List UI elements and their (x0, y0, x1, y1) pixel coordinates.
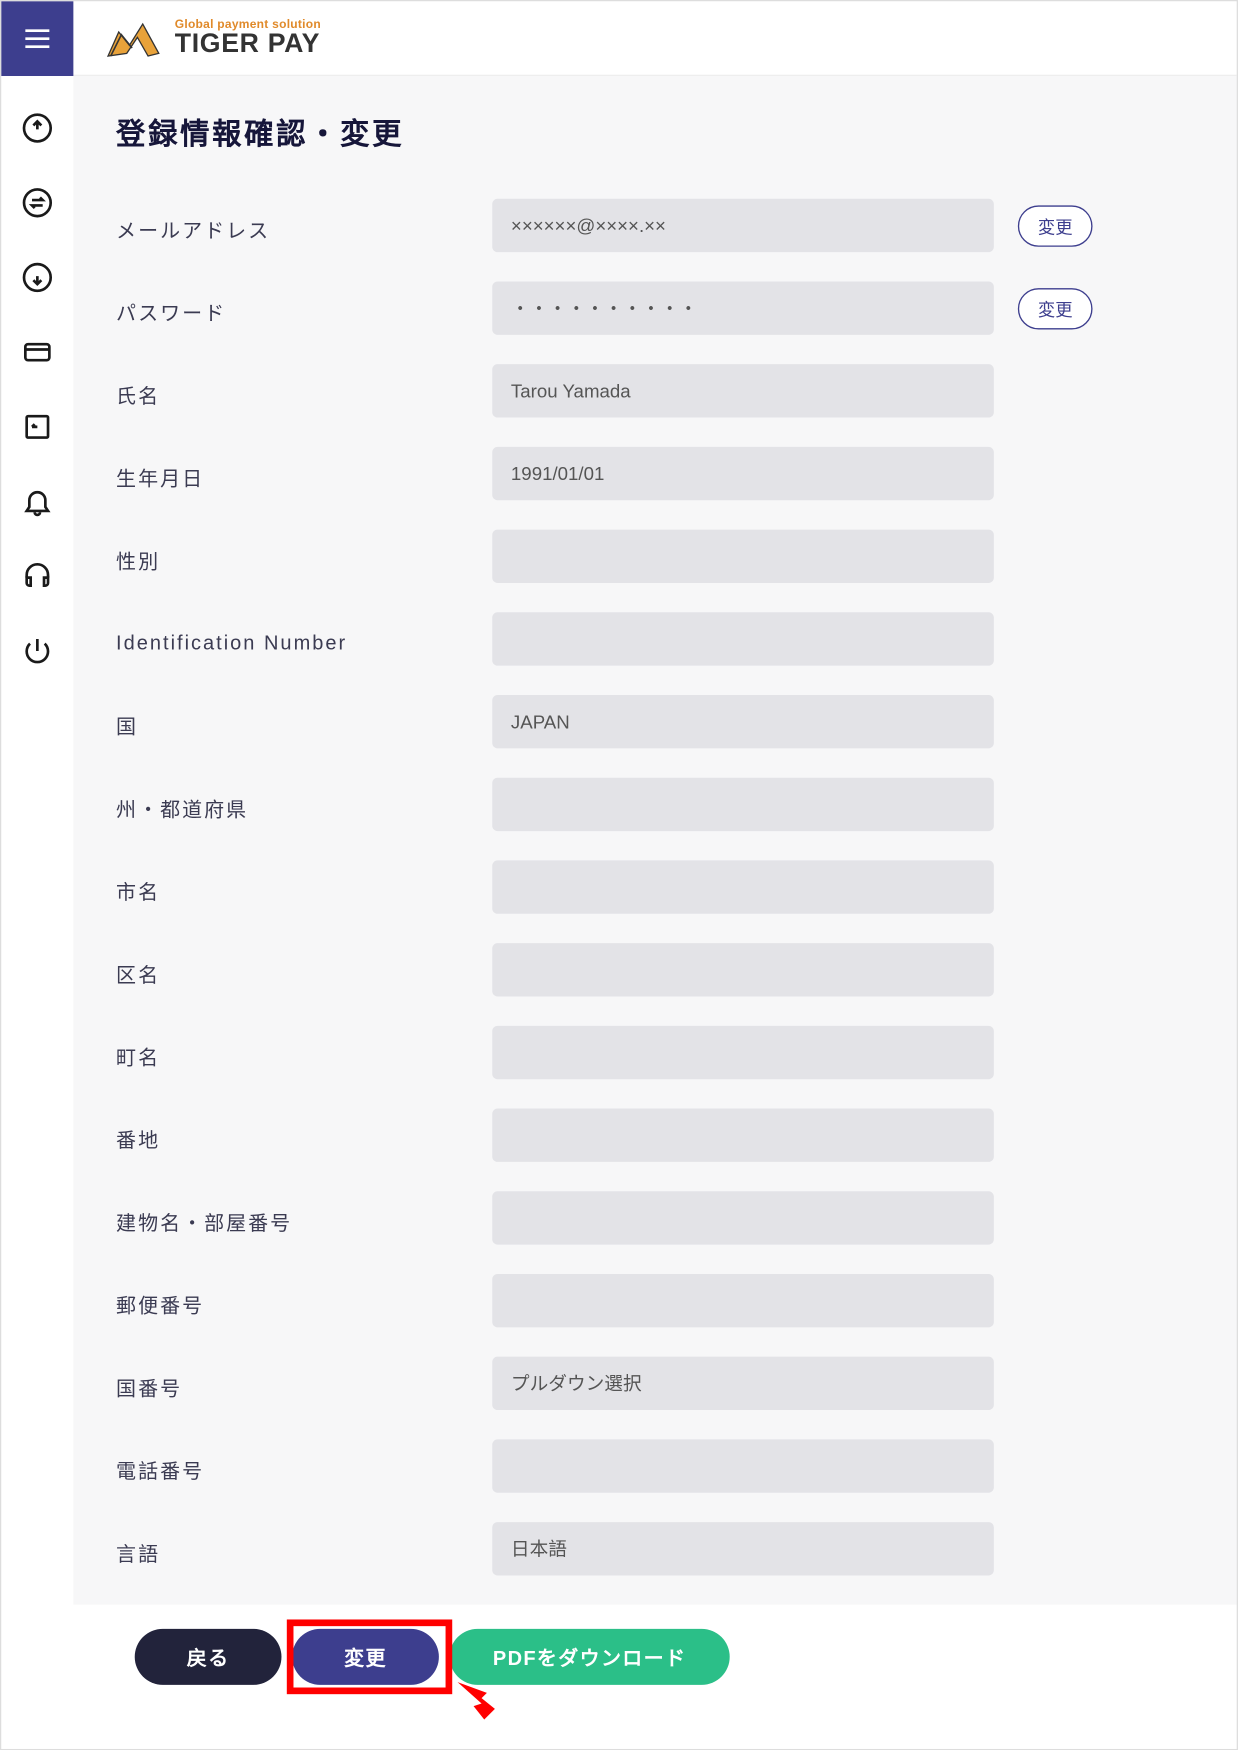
exchange-icon[interactable] (20, 185, 55, 220)
value-name: Tarou Yamada (492, 364, 994, 417)
label-gender: 性別 (116, 538, 492, 574)
change-password-button[interactable]: 変更 (1018, 287, 1093, 328)
label-password: パスワード (116, 290, 492, 326)
value-dialcode[interactable]: プルダウン選択 (492, 1357, 994, 1410)
submit-change-button[interactable]: 変更 (292, 1629, 439, 1685)
label-ward: 区名 (116, 952, 492, 988)
value-town[interactable] (492, 1026, 994, 1079)
field-dob: 生年月日 1991/01/01 (116, 447, 1194, 500)
sidebar-nav (1, 76, 73, 1605)
label-street: 番地 (116, 1117, 492, 1153)
value-dob: 1991/01/01 (492, 447, 994, 500)
field-state: 州・都道府県 (116, 778, 1194, 831)
content-area: 登録情報確認・変更 メールアドレス ××××××@××××.×× 変更 パスワー… (73, 76, 1236, 1605)
hamburger-icon (25, 37, 49, 40)
value-postal[interactable] (492, 1274, 994, 1327)
page-title: 登録情報確認・変更 (116, 111, 1194, 154)
menu-button[interactable] (1, 1, 73, 76)
value-ward[interactable] (492, 943, 994, 996)
field-city: 市名 (116, 860, 1194, 913)
field-postal: 郵便番号 (116, 1274, 1194, 1327)
value-country[interactable]: JAPAN (492, 695, 994, 748)
value-state[interactable] (492, 778, 994, 831)
label-postal: 郵便番号 (116, 1283, 492, 1319)
label-name: 氏名 (116, 373, 492, 409)
brand-name: TIGER PAY (175, 31, 321, 58)
top-bar: Global payment solution TIGER PAY (1, 1, 1236, 76)
field-country: 国 JAPAN (116, 695, 1194, 748)
field-name: 氏名 Tarou Yamada (116, 364, 1194, 417)
field-phone: 電話番号 (116, 1439, 1194, 1492)
tiger-logo-icon (103, 15, 167, 60)
value-language[interactable]: 日本語 (492, 1522, 994, 1575)
label-country: 国 (116, 704, 492, 740)
notification-icon[interactable] (20, 484, 55, 519)
power-icon[interactable] (20, 634, 55, 669)
back-button[interactable]: 戻る (135, 1629, 282, 1685)
field-email: メールアドレス ××××××@××××.×× 変更 (116, 199, 1194, 252)
field-town: 町名 (116, 1026, 1194, 1079)
field-password: パスワード ・・・・・・・・・・ 変更 (116, 281, 1194, 334)
field-building: 建物名・部屋番号 (116, 1191, 1194, 1244)
support-icon[interactable] (20, 559, 55, 594)
value-phone[interactable] (492, 1439, 994, 1492)
value-street[interactable] (492, 1109, 994, 1162)
label-building: 建物名・部屋番号 (116, 1200, 492, 1236)
label-state: 州・都道府県 (116, 786, 492, 822)
footer-actions: 戻る 変更 PDFをダウンロード (1, 1605, 1236, 1749)
statement-icon[interactable] (20, 410, 55, 445)
label-city: 市名 (116, 869, 492, 905)
label-dob: 生年月日 (116, 456, 492, 492)
brand-logo[interactable]: Global payment solution TIGER PAY (103, 15, 321, 60)
label-email: メールアドレス (116, 207, 492, 243)
field-dialcode: 国番号 プルダウン選択 (116, 1357, 1194, 1410)
value-gender[interactable] (492, 530, 994, 583)
brand-text: Global payment solution TIGER PAY (175, 19, 321, 58)
value-idnum[interactable] (492, 612, 994, 665)
field-gender: 性別 (116, 530, 1194, 583)
deposit-icon[interactable] (20, 111, 55, 146)
value-building[interactable] (492, 1191, 994, 1244)
label-town: 町名 (116, 1035, 492, 1071)
label-dialcode: 国番号 (116, 1365, 492, 1401)
download-pdf-button[interactable]: PDFをダウンロード (450, 1629, 730, 1685)
card-icon[interactable] (20, 335, 55, 370)
label-idnum: Identification Number (116, 624, 492, 655)
field-language: 言語 日本語 (116, 1522, 1194, 1575)
withdraw-icon[interactable] (20, 260, 55, 295)
field-ward: 区名 (116, 943, 1194, 996)
change-email-button[interactable]: 変更 (1018, 205, 1093, 246)
annotation-arrow-icon (455, 1680, 500, 1727)
label-language: 言語 (116, 1531, 492, 1567)
field-idnum: Identification Number (116, 612, 1194, 665)
field-street: 番地 (116, 1109, 1194, 1162)
value-password: ・・・・・・・・・・ (492, 281, 994, 334)
label-phone: 電話番号 (116, 1448, 492, 1484)
value-city[interactable] (492, 860, 994, 913)
value-email: ××××××@××××.×× (492, 199, 994, 252)
